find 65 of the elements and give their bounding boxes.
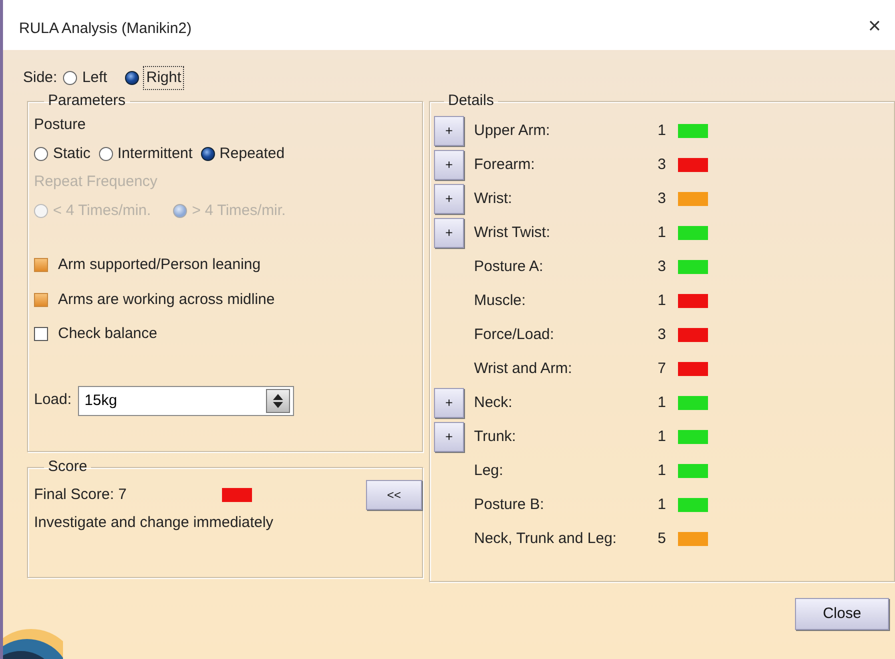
- group-title: Details: [447, 92, 495, 110]
- radio-label[interactable]: Left: [82, 66, 108, 90]
- detail-label: Wrist:: [474, 188, 514, 209]
- checkbox[interactable]: [34, 327, 48, 342]
- checkbox[interactable]: [34, 292, 48, 307]
- detail-value: 3: [656, 324, 666, 345]
- radio-button[interactable]: [34, 146, 48, 161]
- detail-value: 1: [656, 460, 666, 481]
- radio-button[interactable]: [125, 71, 140, 85]
- checkbox[interactable]: [34, 258, 48, 272]
- logo-icon: [3, 629, 63, 659]
- detail-label: Forearm:: [474, 154, 536, 175]
- group-title: Score: [47, 458, 88, 476]
- expand-button[interactable]: +: [434, 184, 464, 214]
- radio-button[interactable]: [98, 146, 113, 161]
- detail-label: Posture A:: [474, 256, 544, 277]
- detail-value: 1: [656, 392, 666, 413]
- checkbox-label[interactable]: Arms are working across midline: [58, 288, 275, 311]
- detail-value: 1: [656, 290, 666, 311]
- expand-button[interactable]: +: [434, 150, 464, 180]
- detail-value: 3: [656, 188, 666, 209]
- up-down-arrow-icon: [272, 392, 284, 408]
- frequency-label: Repeat Frequency: [34, 172, 158, 192]
- radio-label[interactable]: Intermittent: [118, 142, 193, 165]
- side-label: Side:: [23, 68, 58, 88]
- detail-label: Force/Load:: [474, 324, 556, 345]
- detail-label: Neck:: [474, 392, 514, 413]
- detail-value: 5: [656, 528, 666, 549]
- expand-button[interactable]: +: [434, 388, 464, 418]
- detail-label: Neck, Trunk and Leg:: [474, 528, 618, 549]
- detail-value: 3: [656, 256, 666, 277]
- detail-label: Posture B:: [474, 494, 546, 515]
- spin-button[interactable]: [266, 388, 290, 412]
- detail-label: Upper Arm:: [474, 120, 551, 141]
- detail-value: 7: [656, 358, 666, 379]
- radio-label[interactable]: Right: [144, 66, 184, 90]
- score-message: Investigate and change immediately: [34, 513, 274, 533]
- detail-label: Wrist and Arm:: [474, 358, 574, 379]
- close-button[interactable]: Close: [795, 598, 889, 630]
- detail-value: 1: [656, 120, 666, 141]
- detail-label: Trunk:: [474, 426, 517, 447]
- detail-label: Muscle:: [474, 290, 527, 311]
- detail-label: Leg:: [474, 460, 504, 481]
- collapse-button[interactable]: <<: [366, 480, 422, 510]
- radio-button[interactable]: [63, 71, 78, 85]
- expand-button[interactable]: +: [434, 116, 464, 146]
- checkbox-label[interactable]: Arm supported/Person leaning: [58, 254, 261, 276]
- detail-value: 3: [656, 154, 666, 175]
- final-score: Final Score: 7: [34, 484, 127, 505]
- radio-label[interactable]: Repeated: [220, 142, 285, 165]
- radio-button[interactable]: [200, 146, 215, 161]
- detail-label: Wrist Twist:: [474, 222, 552, 243]
- spin-box[interactable]: 15kg: [78, 386, 294, 416]
- checkbox-label[interactable]: Check balance: [58, 323, 158, 346]
- expand-button[interactable]: +: [434, 218, 464, 248]
- expand-button[interactable]: +: [434, 422, 464, 452]
- posture-label: Posture: [34, 115, 87, 135]
- group-title: Parameters: [47, 92, 127, 110]
- detail-value: 1: [656, 222, 666, 243]
- load-label: Load:: [34, 390, 72, 410]
- detail-value: 1: [656, 426, 666, 447]
- detail-value: 1: [656, 494, 666, 515]
- close-button[interactable]: ×: [864, 15, 885, 37]
- radio-label[interactable]: Static: [53, 142, 91, 165]
- window-title: RULA Analysis (Manikin2): [19, 19, 192, 39]
